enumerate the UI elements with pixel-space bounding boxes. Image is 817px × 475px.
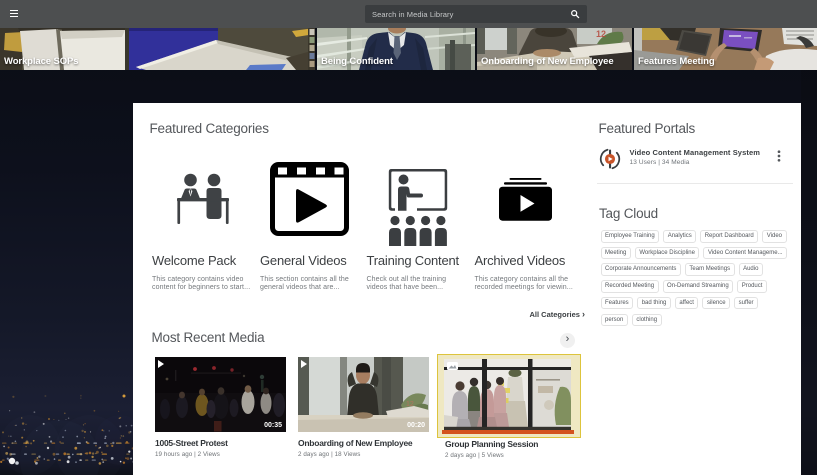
svg-text:12: 12 bbox=[596, 29, 606, 39]
